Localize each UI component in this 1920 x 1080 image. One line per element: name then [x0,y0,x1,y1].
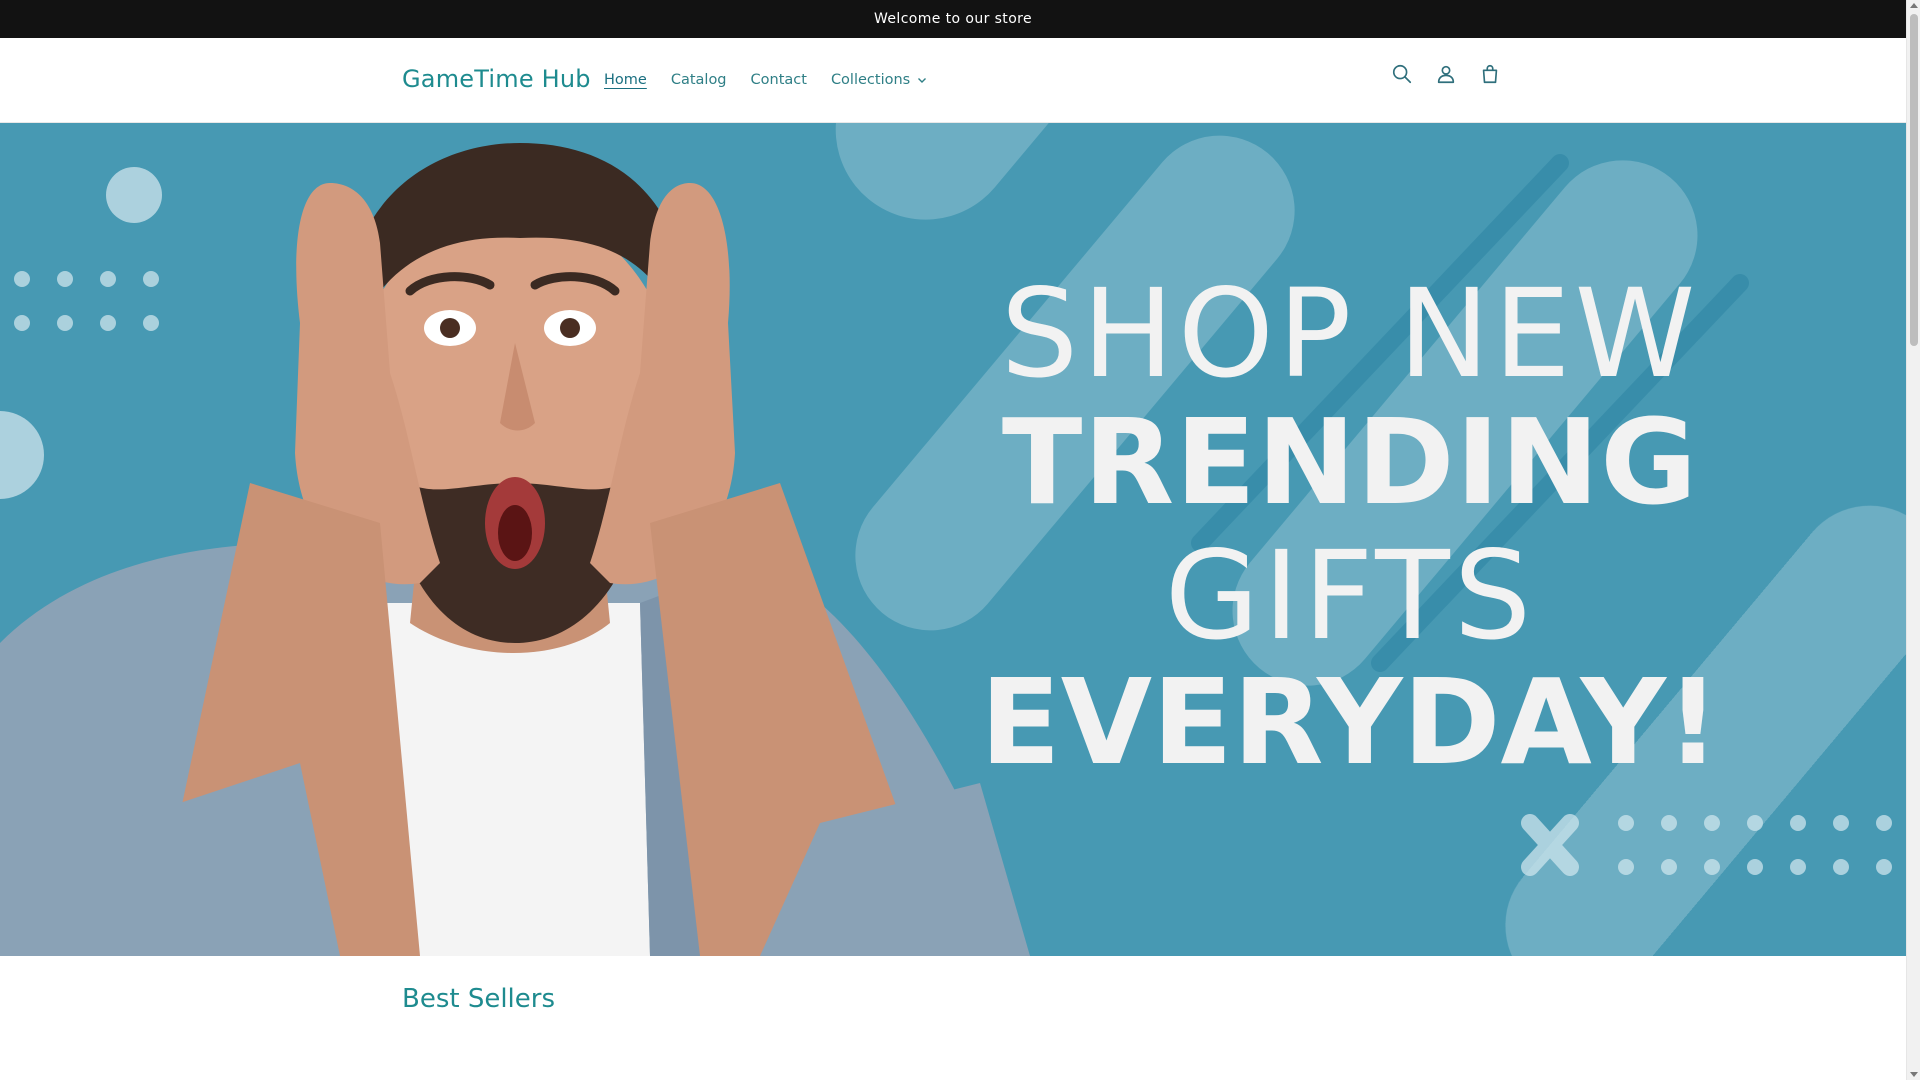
nav-home-link[interactable]: Home [604,72,647,88]
nav-collections-label: Collections [830,72,911,88]
search-icon [1392,64,1412,84]
cart-icon [1482,64,1498,84]
best-sellers-heading: Best Sellers [402,984,556,1014]
store-logo[interactable]: GameTime Hub [402,65,591,93]
hero-heading-line-4: EVERYDAY! [980,653,1720,791]
main-nav: Home Catalog Contact Collections [604,72,928,88]
cart-button[interactable] [1478,62,1502,86]
announcement-bar: Welcome to our store [0,0,1906,38]
storefront-page: Welcome to our store GameTime Hub Home C… [0,0,1920,1080]
page-scrollbar[interactable] [1906,0,1920,1080]
header-icons [1390,62,1502,86]
nav-collections-dropdown[interactable]: Collections [831,72,928,88]
chevron-down-icon [918,78,927,83]
site-header: GameTime Hub Home Catalog Contact Collec… [0,38,1906,123]
scrollbar-thumb[interactable] [1910,14,1918,346]
scroll-down-arrow-icon[interactable] [1910,1072,1918,1077]
account-button[interactable] [1434,62,1458,86]
hero-heading-line-2: TRENDING [1001,393,1699,531]
account-icon [1437,65,1455,84]
hero-banner[interactable]: SHOP NEW TRENDING GIFTS EVERYDAY! [0,123,1906,956]
scroll-up-arrow-icon[interactable] [1910,3,1918,8]
search-button[interactable] [1390,62,1414,86]
hero-heading-line-1: SHOP NEW [1000,263,1700,405]
announcement-text: Welcome to our store [873,11,1033,27]
nav-contact-link[interactable]: Contact [751,72,807,88]
nav-catalog-link[interactable]: Catalog [671,72,727,88]
hero-heading-line-3: GIFTS [1164,525,1536,667]
